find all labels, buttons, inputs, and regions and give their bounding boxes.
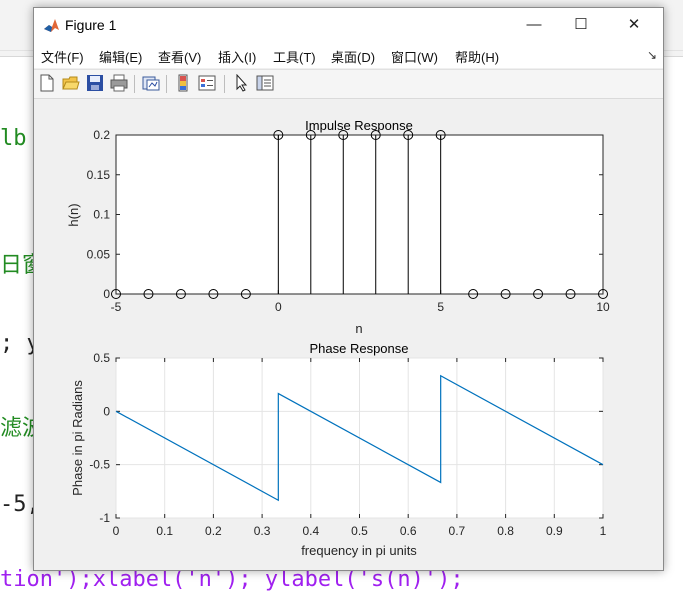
code-line: lb: [0, 126, 27, 151]
x-tick-label: 0.4: [302, 524, 319, 538]
y-tick-label: -1: [99, 511, 110, 525]
y-tick-label: 0.2: [93, 128, 110, 142]
axes-title: Phase Response: [309, 341, 408, 356]
x-tick-labels: 0 0.1 0.2 0.3 0.4 0.5 0.6 0.7 0.8 0.9 1: [113, 524, 607, 538]
x-tick-label: 0.9: [546, 524, 563, 538]
y-tick-label: 0.15: [87, 168, 111, 182]
figure-canvas: -5 0 5 10 00.050.10.150.2 Impulse Response …: [66, 118, 610, 558]
x-tick-label: 0.2: [205, 524, 222, 538]
x-tick-label: 0.7: [449, 524, 466, 538]
y-tick-label: -0.5: [89, 458, 110, 472]
axes-impulse-response[interactable]: -5 0 5 10 00.050.10.150.2 Impulse Response …: [66, 118, 610, 336]
x-tick-label: 0.1: [156, 524, 173, 538]
y-tick-label: 0: [103, 287, 110, 301]
x-tick-label: 5: [437, 300, 444, 314]
figure-window: Figure 1 — ☐ ✕ 文件(F) 编辑(E) 查看(V) 插入(I) 工…: [33, 7, 664, 571]
x-tick-label: 0: [275, 300, 282, 314]
y-tick-label: 0.5: [93, 351, 110, 365]
y-axis-label: Phase in pi Radians: [70, 380, 85, 496]
y-tick-label: 0: [103, 404, 110, 418]
y-tick-label: 0.05: [87, 247, 111, 261]
axes-phase-response[interactable]: 0 0.1 0.2 0.3 0.4 0.5 0.6 0.7 0.8 0.9 1 -1 -0.5 0 0.5…: [70, 341, 607, 558]
x-tick-label: 1: [600, 524, 607, 538]
x-tick-label: 0.5: [351, 524, 368, 538]
x-tick-label: 0.8: [497, 524, 514, 538]
y-tick-label: 0.1: [93, 208, 110, 222]
x-tick-labels: -5 0 5 10: [111, 300, 610, 314]
x-axis-label: frequency in pi units: [301, 543, 417, 558]
axes-title: Impulse Response: [305, 118, 413, 133]
x-tick-label: 0.6: [400, 524, 417, 538]
x-tick-label: 10: [596, 300, 610, 314]
axes-box: [115, 134, 604, 295]
y-tick-labels: -1 -0.5 0 0.5: [89, 351, 110, 525]
y-axis-label: h(n): [66, 203, 81, 226]
x-tick-label: -5: [111, 300, 122, 314]
y-tick-labels: 0 0.05 0.1 0.15 0.2: [87, 128, 111, 301]
x-tick-label: 0: [113, 524, 120, 538]
x-tick-label: 0.3: [254, 524, 271, 538]
x-axis-label: n: [355, 321, 362, 336]
